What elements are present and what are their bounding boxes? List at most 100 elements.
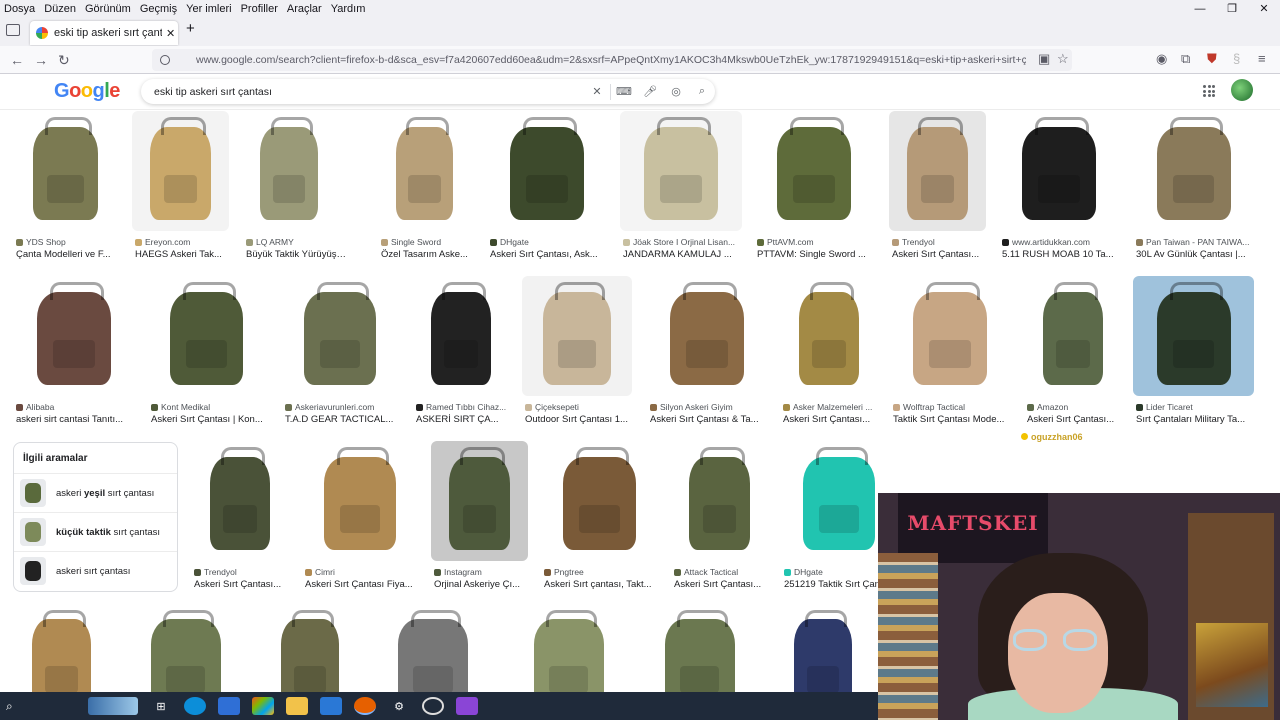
new-tab-button[interactable]: +: [186, 20, 195, 37]
back-icon[interactable]: ←: [10, 51, 24, 69]
related-search-item[interactable]: küçük taktik sırt çantası: [14, 512, 177, 551]
close-window-button[interactable]: ✕: [1248, 0, 1280, 18]
clear-search-icon[interactable]: ✕: [584, 85, 610, 98]
image-result-card[interactable]: YDS Shop Çanta Modelleri ve F...: [13, 111, 118, 267]
taskbar-widget[interactable]: [88, 697, 138, 715]
result-thumbnail[interactable]: [413, 276, 509, 396]
result-thumbnail[interactable]: [1024, 276, 1122, 396]
result-thumbnail[interactable]: [13, 276, 135, 396]
image-result-card[interactable]: DHgate Askeri Sırt Çantası, Ask...: [487, 111, 607, 267]
firefox-icon[interactable]: [354, 697, 376, 715]
settings-icon[interactable]: ⚙: [388, 697, 410, 715]
related-search-item[interactable]: askeri yeşil sırt çantası: [14, 473, 177, 512]
image-result-card[interactable]: Attack Tactical Askeri Sırt Çantası...: [671, 441, 768, 597]
image-result-card[interactable]: Lider Ticaret Sırt Çantaları Military Ta.…: [1133, 276, 1254, 432]
ublock-shield-icon[interactable]: ⛊: [1207, 51, 1217, 67]
result-title[interactable]: T.A.D GEAR TACTICAL...: [285, 414, 409, 425]
result-title[interactable]: Askeri Sırt Çantası, Ask...: [490, 249, 618, 260]
image-result-card[interactable]: Amazon Askeri Sırt Çantası...: [1024, 276, 1122, 432]
search-box[interactable]: eski tip askeri sırt çantası ✕ ⌨ 🎤︎ ◎ ⌕: [141, 79, 715, 104]
result-title[interactable]: Askeri Sırt Çantası...: [1027, 414, 1133, 425]
result-source[interactable]: Instagram: [434, 567, 531, 577]
result-thumbnail[interactable]: [889, 111, 986, 231]
image-result-card[interactable]: www.artidukkan.com 5.11 RUSH MOAB 10 Ta..…: [999, 111, 1119, 267]
result-title[interactable]: PTTAVM: Single Sword ...: [757, 249, 885, 260]
image-result-card[interactable]: Askeriavurunleri.com T.A.D GEAR TACTICAL.…: [282, 276, 398, 432]
sync-icon[interactable]: §: [1233, 51, 1240, 66]
reload-icon[interactable]: ↻: [58, 51, 70, 69]
avatar[interactable]: [1231, 79, 1253, 101]
result-source[interactable]: Ereyon.com: [135, 237, 232, 247]
image-result-card[interactable]: Trendyol Askeri Sırt Çantası...: [889, 111, 986, 267]
taskbar-search[interactable]: ⌕: [6, 697, 76, 715]
image-result-card[interactable]: PttAVM.com PTTAVM: Single Sword ...: [754, 111, 874, 267]
result-source[interactable]: Amazon: [1027, 402, 1125, 412]
result-thumbnail[interactable]: [302, 441, 418, 561]
result-title[interactable]: Büyük Taktik Yürüyüş Sı...: [246, 249, 346, 260]
lens-search-icon[interactable]: ◎: [663, 85, 689, 98]
image-result-card[interactable]: Trendyol Askeri Sırt Çantası...: [191, 441, 289, 597]
result-title[interactable]: Outdoor Sırt Çantası 1...: [525, 414, 643, 425]
result-source[interactable]: Kont Medikal: [151, 402, 268, 412]
menu-item[interactable]: Geçmiş: [136, 3, 182, 15]
extensions-icon[interactable]: ⧉: [1181, 51, 1190, 67]
menu-item[interactable]: Yer imleri: [182, 3, 236, 15]
result-thumbnail[interactable]: [671, 441, 768, 561]
bookmark-star-icon[interactable]: ☆: [1057, 51, 1069, 67]
result-thumbnail[interactable]: [522, 276, 632, 396]
result-source[interactable]: YDS Shop: [16, 237, 121, 247]
image-result-card[interactable]: Single Sword Özel Tasarım Aske...: [378, 111, 471, 267]
result-source[interactable]: Ramed Tıbbı Cihaz...: [416, 402, 512, 412]
result-source[interactable]: Trendyol: [892, 237, 989, 247]
search-input[interactable]: eski tip askeri sırt çantası: [154, 86, 584, 98]
result-source[interactable]: Wolftrap Tactical: [893, 402, 1013, 412]
result-title[interactable]: Askeri Sırt Çantası...: [892, 249, 997, 260]
obs-icon[interactable]: [422, 697, 444, 715]
image-result-card[interactable]: Alibaba askeri sirt cantasi Tanıtı...: [13, 276, 135, 432]
image-result-card[interactable]: Asker Malzemeleri ... Askeri Sırt Çantası…: [780, 276, 878, 432]
image-result-card[interactable]: Pan Taiwan - PAN TAIWA... 30L Av Günlük Ç…: [1133, 111, 1254, 267]
result-thumbnail[interactable]: [541, 441, 658, 561]
result-thumbnail[interactable]: [148, 276, 265, 396]
image-result-card[interactable]: Kont Medikal Askeri Sırt Çantası | Kon...: [148, 276, 265, 432]
image-result-card[interactable]: Instagram Orjinal Askeriye Çı...: [431, 441, 528, 597]
image-result-card[interactable]: [262, 607, 358, 709]
result-title[interactable]: Çanta Modelleri ve F...: [16, 249, 129, 260]
result-source[interactable]: LQ ARMY: [246, 237, 338, 247]
result-source[interactable]: Jöak Store I Orjinal Lisan...: [623, 237, 745, 247]
keyboard-icon[interactable]: ⌨: [611, 85, 637, 98]
minimize-button[interactable]: —: [1184, 0, 1216, 18]
result-title[interactable]: askeri sirt cantasi Tanıtı...: [16, 414, 146, 425]
image-result-card[interactable]: [638, 607, 761, 709]
result-thumbnail[interactable]: [243, 111, 335, 231]
mail-icon[interactable]: [320, 697, 342, 715]
search-icon[interactable]: ⌕: [689, 85, 715, 98]
image-result-card[interactable]: LQ ARMY Büyük Taktik Yürüyüş Sı...: [243, 111, 346, 267]
copilot-icon[interactable]: [252, 697, 274, 715]
result-title[interactable]: Özel Tasarım Aske...: [381, 249, 482, 260]
image-result-card[interactable]: Jöak Store I Orjinal Lisan... JANDARMA KA…: [620, 111, 742, 267]
site-info-icon[interactable]: [160, 55, 170, 65]
reader-view-icon[interactable]: ▣: [1038, 51, 1050, 67]
image-result-card[interactable]: [372, 607, 494, 709]
menu-item[interactable]: Yardım: [327, 3, 371, 15]
result-title[interactable]: 30L Av Günlük Çantası |...: [1136, 249, 1265, 260]
image-result-card[interactable]: [775, 607, 871, 709]
result-thumbnail[interactable]: [378, 111, 471, 231]
result-title[interactable]: Askeri Sırt Çantası...: [783, 414, 889, 425]
result-thumbnail[interactable]: [999, 111, 1119, 231]
image-result-card[interactable]: Ramed Tıbbı Cihaz... ASKERİ SIRT ÇA...: [413, 276, 509, 432]
image-result-card[interactable]: [124, 607, 247, 709]
image-result-card[interactable]: Wolftrap Tactical Taktik Sırt Çantası Mod…: [890, 276, 1010, 432]
menu-item[interactable]: Profiller: [237, 3, 283, 15]
file-explorer-icon[interactable]: [286, 697, 308, 715]
result-title[interactable]: JANDARMA KAMULAJ ...: [623, 249, 753, 260]
result-source[interactable]: Asker Malzemeleri ...: [783, 402, 881, 412]
result-source[interactable]: Askeriavurunleri.com: [285, 402, 401, 412]
result-thumbnail[interactable]: [647, 276, 767, 396]
result-thumbnail[interactable]: [431, 441, 528, 561]
google-apps-icon[interactable]: [1203, 85, 1215, 97]
close-tab-icon[interactable]: ✕: [166, 27, 175, 40]
menu-item[interactable]: Dosya: [0, 3, 40, 15]
result-source[interactable]: Silyon Askeri Giyim: [650, 402, 770, 412]
